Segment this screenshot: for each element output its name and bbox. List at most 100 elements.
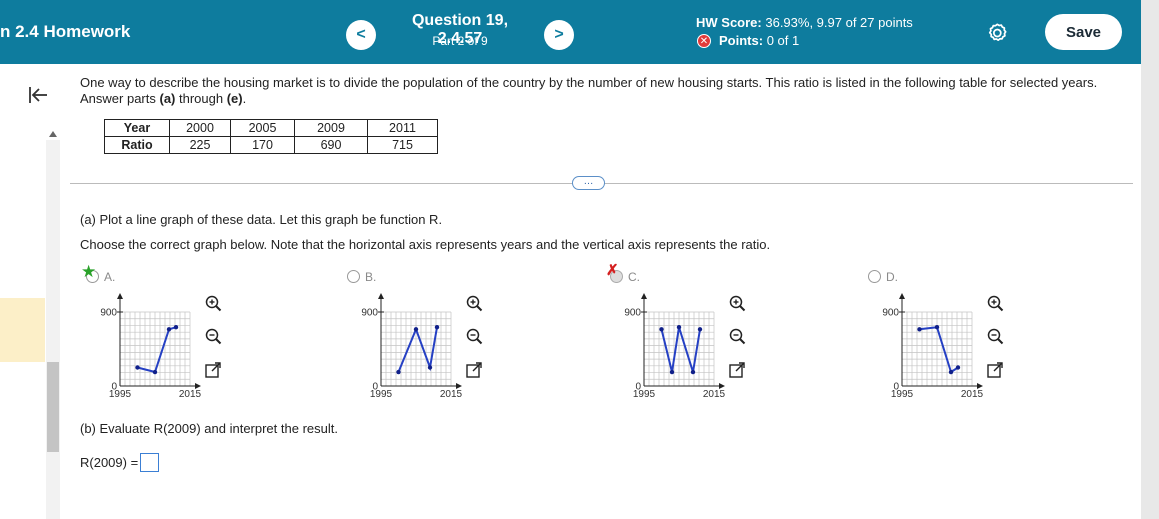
points-value: 0 of 1 <box>766 33 800 48</box>
table-cell: 225 <box>169 136 231 154</box>
incorrect-x-icon: ✕ <box>697 33 711 48</box>
data-table: Year 2000 2005 2009 2011 Ratio 225 170 6… <box>104 119 438 154</box>
next-question-button[interactable]: > <box>544 20 574 50</box>
y-tick-label: 900 <box>882 308 899 319</box>
points-status: ✕ Points: 0 of 1 <box>697 33 799 48</box>
popout-icon[interactable] <box>986 361 1004 379</box>
option-a-graph: 90001995 2015 <box>100 293 202 400</box>
table-cell: 2000 <box>169 119 231 137</box>
option-d-radio[interactable] <box>868 270 881 283</box>
data-point <box>173 325 179 330</box>
expand-more-button[interactable]: … <box>572 176 605 190</box>
points-label: Points: <box>719 33 764 48</box>
table-row: Year 2000 2005 2009 2011 <box>104 119 438 137</box>
zoom-in-icon[interactable] <box>465 294 483 312</box>
intro-mid: through <box>175 91 227 106</box>
save-button[interactable]: Save <box>1045 14 1122 50</box>
option-a: ★ A. 900 0 1995 2015 <box>80 262 320 402</box>
option-b-radio[interactable] <box>347 270 360 283</box>
x-tick-label: 2015 <box>179 389 202 400</box>
y-axis-arrow <box>899 293 905 299</box>
data-point <box>659 327 664 332</box>
zoom-out-icon[interactable] <box>204 327 222 345</box>
zoom-in-icon[interactable] <box>728 294 746 312</box>
right-scrollbar[interactable] <box>1141 0 1159 519</box>
x-tick-label: 2015 <box>703 389 726 400</box>
hw-score-value: 36.93%, 9.97 of 27 points <box>765 15 913 30</box>
table-cell: 2009 <box>294 119 368 137</box>
hw-score: HW Score: 36.93%, 9.97 of 27 points <box>696 15 913 30</box>
left-scroll-thumb[interactable] <box>47 362 59 452</box>
y-tick-label: 900 <box>361 308 378 319</box>
y-tick-label: 900 <box>624 308 641 319</box>
r2009-answer-input[interactable] <box>140 453 160 472</box>
zoom-out-icon[interactable] <box>728 327 746 345</box>
left-panel-highlight <box>0 298 45 362</box>
table-cell: 170 <box>230 136 295 154</box>
part-a-text: (a) Plot a line graph of these data. Let… <box>80 212 443 227</box>
x-tick-label: 2015 <box>961 389 984 400</box>
popout-icon[interactable] <box>204 361 222 379</box>
x-tick-label: 1995 <box>633 389 656 400</box>
option-d: D. 900 0 1995 2015 <box>862 262 1102 402</box>
prev-question-button[interactable]: < <box>346 20 376 50</box>
zoom-out-icon[interactable] <box>465 327 483 345</box>
data-point <box>955 365 961 370</box>
x-tick-label: 1995 <box>109 389 132 400</box>
table-header-year: Year <box>104 119 170 137</box>
gear-icon[interactable] <box>984 20 1010 46</box>
data-point <box>690 369 696 375</box>
option-d-label: D. <box>886 270 898 284</box>
data-point <box>669 369 675 375</box>
intro-part-a: (a) <box>159 91 176 106</box>
data-point <box>396 369 401 375</box>
table-cell: 2011 <box>367 119 438 137</box>
answer-prefix: R(2009) = <box>80 455 139 470</box>
question-intro: One way to describe the housing market i… <box>80 75 1120 107</box>
option-c: ✗ C. 900 0 1995 2015 <box>604 262 844 402</box>
correct-star-icon: ★ <box>81 262 97 281</box>
top-header: n 2.4 Homework < Question 19, 2.4.57 Par… <box>0 0 1141 64</box>
option-c-graph: 90001995 2015 <box>624 293 726 400</box>
y-tick-label: 900 <box>100 308 117 319</box>
y-axis-arrow <box>378 293 384 299</box>
zoom-in-icon[interactable] <box>204 294 222 312</box>
option-b-label: B. <box>365 270 377 284</box>
data-point <box>676 325 682 330</box>
table-cell: 715 <box>367 136 438 154</box>
question-part: Part 2 of 9 <box>432 34 488 48</box>
assignment-title: n 2.4 Homework <box>0 22 131 41</box>
option-c-label: C. <box>628 270 640 284</box>
y-axis-arrow <box>641 293 647 299</box>
option-d-graph: 90001995 2015 <box>882 293 984 400</box>
collapse-left-icon[interactable] <box>28 86 48 104</box>
zoom-in-icon[interactable] <box>986 294 1004 312</box>
data-point <box>413 327 419 332</box>
option-a-label: A. <box>104 270 116 284</box>
popout-icon[interactable] <box>728 361 746 379</box>
data-point <box>697 327 703 332</box>
hw-score-label: HW Score: <box>696 15 762 30</box>
data-point <box>427 365 433 370</box>
intro-prefix: Answer parts <box>80 91 160 106</box>
table-cell: 2005 <box>230 119 295 137</box>
instruction-text: Choose the correct graph below. Note tha… <box>80 237 771 252</box>
data-point <box>434 325 440 330</box>
data-point <box>948 369 954 375</box>
y-axis-arrow <box>117 293 123 299</box>
table-row: Ratio 225 170 690 715 <box>104 136 438 154</box>
popout-icon[interactable] <box>465 361 483 379</box>
scroll-up-arrow-icon[interactable] <box>49 131 57 137</box>
table-header-ratio: Ratio <box>104 136 170 154</box>
app-root: n 2.4 Homework < Question 19, 2.4.57 Par… <box>0 0 1159 519</box>
x-tick-label: 1995 <box>370 389 393 400</box>
x-tick-label: 2015 <box>440 389 463 400</box>
data-point <box>135 365 140 370</box>
incorrect-x-icon: ✗ <box>606 262 619 279</box>
zoom-out-icon[interactable] <box>986 327 1004 345</box>
left-scroll-track[interactable] <box>46 140 60 519</box>
answer-row: R(2009) = <box>80 453 160 472</box>
data-point <box>934 325 940 330</box>
data-point <box>152 369 158 375</box>
data-point <box>917 327 922 332</box>
